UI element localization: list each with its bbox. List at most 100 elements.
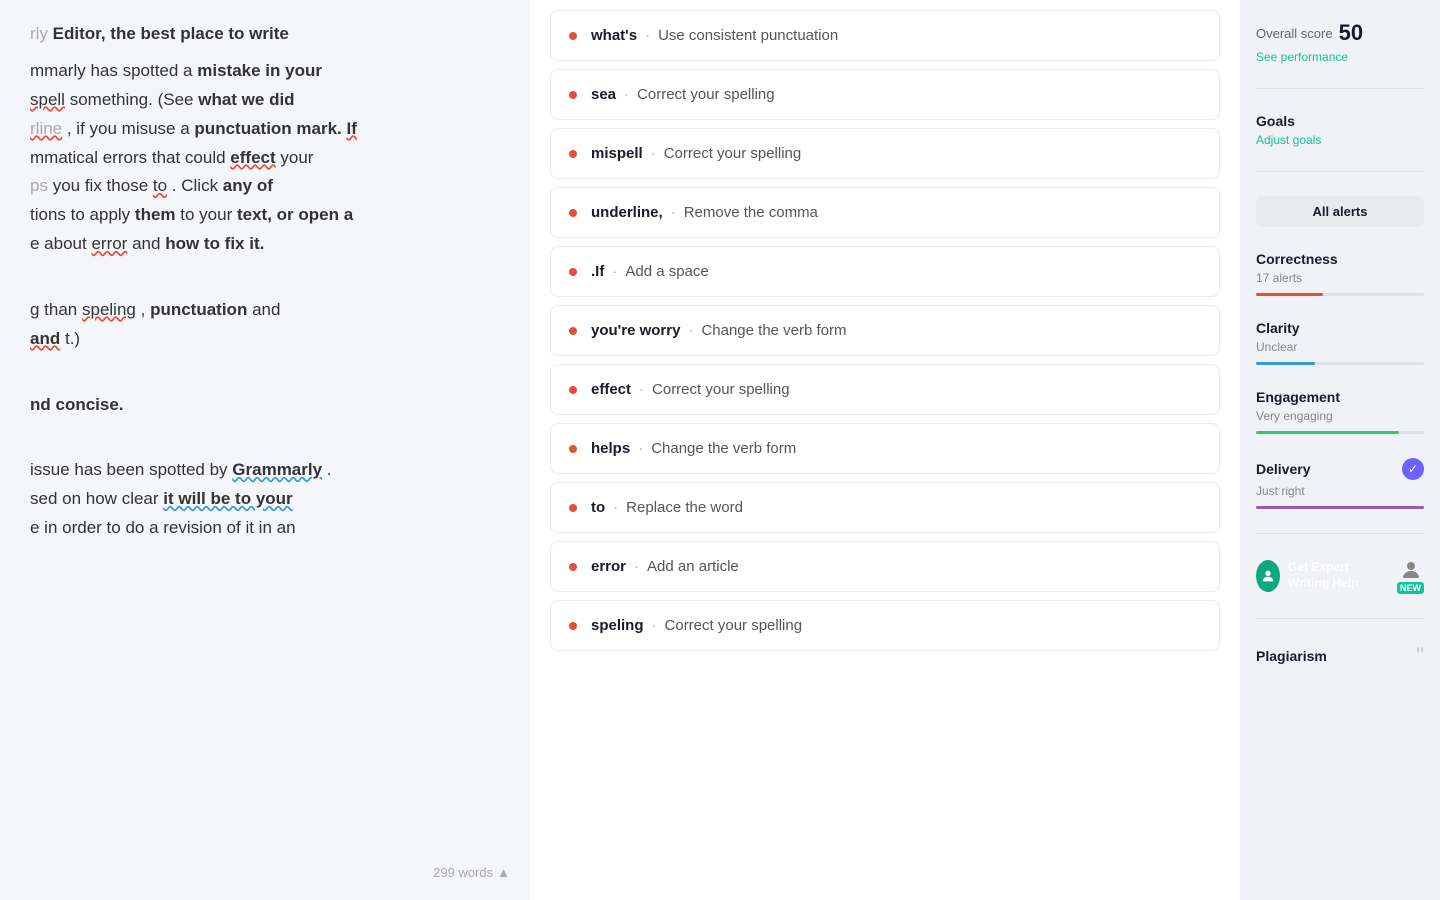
- alert-separator: ·: [634, 558, 639, 575]
- clarity-bar: [1256, 362, 1315, 365]
- alert-word: .If: [591, 263, 604, 280]
- divider-4: [1256, 618, 1424, 619]
- alert-dot-icon: [569, 563, 577, 571]
- alert-dot-icon: [569, 91, 577, 99]
- alert-word: mispell: [591, 145, 643, 162]
- plagiarism-section[interactable]: Plagiarism ": [1256, 643, 1424, 669]
- alert-separator: ·: [639, 381, 644, 398]
- see-performance-link[interactable]: See performance: [1256, 50, 1424, 64]
- correctness-bar-bg: [1256, 293, 1424, 296]
- new-person-icon: NEW: [1397, 558, 1424, 594]
- alerts-panel: what's · Use consistent punctuation sea · Cor…: [530, 0, 1240, 900]
- expert-help-section[interactable]: Get Expert Writing Help NEW: [1256, 558, 1424, 594]
- alert-separator: ·: [612, 263, 617, 280]
- alert-word: underline,: [591, 204, 663, 221]
- alert-item[interactable]: .If · Add a space: [550, 246, 1220, 297]
- clarity-label: Clarity: [1256, 320, 1424, 336]
- alert-suggestion: Replace the word: [626, 499, 743, 516]
- plagiarism-label: Plagiarism: [1256, 648, 1327, 664]
- alert-suggestion: Use consistent punctuation: [658, 27, 838, 44]
- alert-word: effect: [591, 381, 631, 398]
- alert-suggestion: Correct your spelling: [664, 145, 802, 162]
- engagement-sub: Very engaging: [1256, 409, 1424, 423]
- clarity-bar-bg: [1256, 362, 1424, 365]
- alert-word: helps: [591, 440, 630, 457]
- alert-suggestion: Change the verb form: [701, 322, 846, 339]
- correctness-label: Correctness: [1256, 251, 1424, 267]
- goals-title: Goals: [1256, 113, 1424, 129]
- alert-item[interactable]: effect · Correct your spelling: [550, 364, 1220, 415]
- alert-separator: ·: [638, 440, 643, 457]
- delivery-section: Delivery ✓ Just right: [1256, 458, 1424, 509]
- overall-score-section: Overall score 50 See performance: [1256, 20, 1424, 64]
- correctness-section: Correctness 17 alerts: [1256, 251, 1424, 296]
- alert-suggestion: Correct your spelling: [665, 617, 803, 634]
- alert-suggestion: Correct your spelling: [652, 381, 790, 398]
- clarity-sub: Unclear: [1256, 340, 1424, 354]
- alert-item[interactable]: underline, · Remove the comma: [550, 187, 1220, 238]
- alert-dot-icon: [569, 32, 577, 40]
- alert-item[interactable]: what's · Use consistent punctuation: [550, 10, 1220, 61]
- alert-word: speling: [591, 617, 644, 634]
- delivery-checkmark-icon: ✓: [1402, 458, 1424, 480]
- editor-content[interactable]: rly Editor, the best place to write mmar…: [30, 20, 500, 543]
- alert-item[interactable]: sea·Correct your spelling: [550, 69, 1220, 120]
- correctness-sub: 17 alerts: [1256, 271, 1424, 285]
- alert-dot-icon: [569, 150, 577, 158]
- alert-dot-icon: [569, 622, 577, 630]
- overall-score-label: Overall score: [1256, 26, 1333, 41]
- alert-dot-icon: [569, 209, 577, 217]
- alert-suggestion: Change the verb form: [651, 440, 796, 457]
- alert-suggestion: Add an article: [647, 558, 739, 575]
- alert-item[interactable]: helps · Change the verb form: [550, 423, 1220, 474]
- alert-dot-icon: [569, 268, 577, 276]
- expert-help-icon: [1256, 560, 1280, 592]
- adjust-goals-link[interactable]: Adjust goals: [1256, 133, 1424, 147]
- alert-word: error: [591, 558, 626, 575]
- engagement-bar-bg: [1256, 431, 1424, 434]
- alert-suggestion: Add a space: [625, 263, 708, 280]
- delivery-label: Delivery: [1256, 461, 1310, 477]
- editor-text-partial: rly: [30, 24, 53, 43]
- all-alerts-button[interactable]: All alerts: [1256, 196, 1424, 227]
- alert-dot-icon: [569, 445, 577, 453]
- editor-panel: rly Editor, the best place to write mmar…: [0, 0, 530, 900]
- divider-2: [1256, 171, 1424, 172]
- engagement-bar: [1256, 431, 1399, 434]
- alert-word: sea: [591, 86, 616, 103]
- alert-item[interactable]: you're worry · Change the verb form: [550, 305, 1220, 356]
- correctness-bar: [1256, 293, 1323, 296]
- delivery-bar: [1256, 506, 1424, 509]
- delivery-bar-bg: [1256, 506, 1424, 509]
- alert-separator: ·: [688, 322, 693, 339]
- alert-separator: ·: [652, 617, 657, 634]
- engagement-section: Engagement Very engaging: [1256, 389, 1424, 434]
- divider-3: [1256, 533, 1424, 534]
- quote-icon: ": [1416, 643, 1424, 669]
- alert-dot-icon: [569, 504, 577, 512]
- alert-separator: ·: [613, 499, 618, 516]
- alert-word: you're worry: [591, 322, 680, 339]
- clarity-section: Clarity Unclear: [1256, 320, 1424, 365]
- engagement-label: Engagement: [1256, 389, 1424, 405]
- alert-word: to: [591, 499, 605, 516]
- delivery-sub: Just right: [1256, 484, 1424, 498]
- alert-separator: ·: [645, 27, 650, 44]
- alert-item[interactable]: error · Add an article: [550, 541, 1220, 592]
- alert-item[interactable]: mispell · Correct your spelling: [550, 128, 1220, 179]
- goals-section: Goals Adjust goals: [1256, 113, 1424, 147]
- alert-separator: ·: [671, 204, 676, 221]
- expert-help-label: Get Expert Writing Help: [1288, 560, 1389, 591]
- alert-item[interactable]: to · Replace the word: [550, 482, 1220, 533]
- alert-dot-icon: [569, 386, 577, 394]
- alert-word: what's: [591, 27, 637, 44]
- new-badge: NEW: [1397, 582, 1424, 594]
- alert-item[interactable]: speling · Correct your spelling: [550, 600, 1220, 651]
- word-count: 299 words ▲: [433, 865, 510, 880]
- alert-separator: ·: [651, 145, 656, 162]
- alert-separator: ·: [624, 86, 629, 103]
- score-sidebar: Overall score 50 See performance Goals A…: [1240, 0, 1440, 900]
- overall-score-number: 50: [1339, 20, 1363, 46]
- divider-1: [1256, 88, 1424, 89]
- alert-suggestion: Remove the comma: [684, 204, 818, 221]
